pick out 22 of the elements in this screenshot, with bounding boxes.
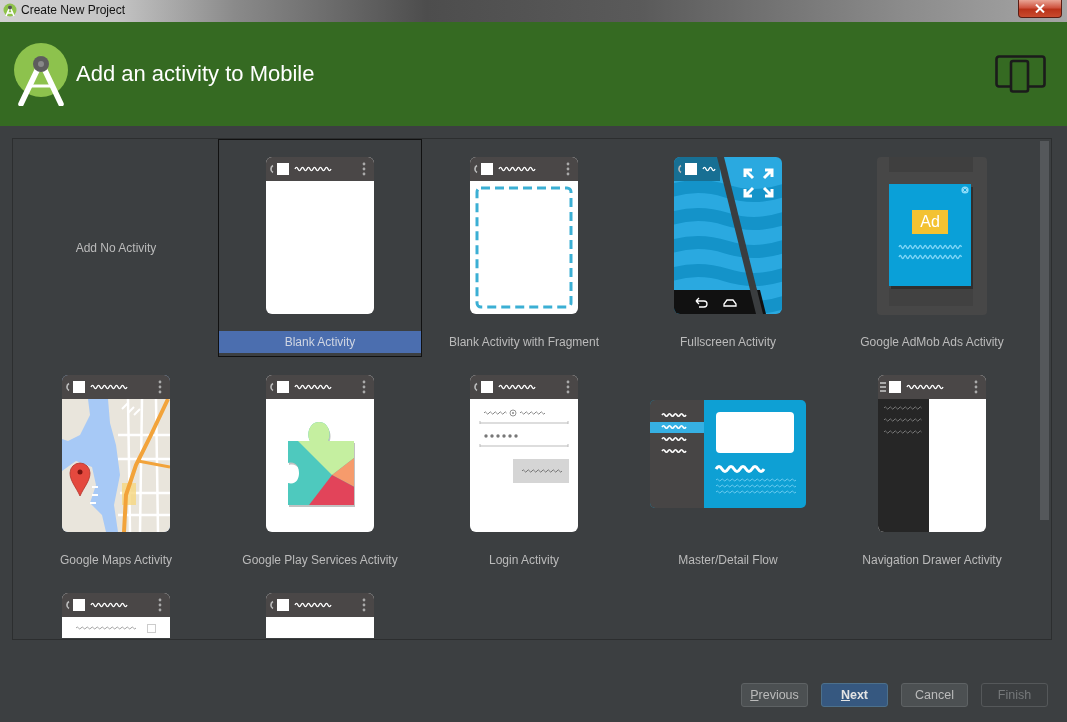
close-icon bbox=[1035, 4, 1045, 13]
compass-logo-icon bbox=[14, 42, 70, 106]
devices-icon[interactable] bbox=[995, 55, 1047, 93]
template-tile[interactable]: Navigation Drawer Activity bbox=[830, 357, 1034, 575]
window-title: Create New Project bbox=[21, 2, 126, 19]
template-tile[interactable]: Blank Activity bbox=[218, 139, 422, 357]
dialog-button[interactable]: Next bbox=[821, 683, 888, 707]
template-tile[interactable]: Google Maps Activity bbox=[14, 357, 218, 575]
template-tile[interactable]: Google Play Services Activity bbox=[218, 357, 422, 575]
close-button[interactable] bbox=[1018, 0, 1062, 18]
page-title: Add an activity to Mobile bbox=[76, 60, 315, 88]
template-tile[interactable]: Ad Google AdMob Ads Activity bbox=[830, 139, 1034, 357]
template-tile[interactable]: Master/Detail Flow bbox=[626, 357, 830, 575]
dialog-button[interactable]: Cancel bbox=[901, 683, 968, 707]
compass-logo-icon bbox=[3, 3, 17, 17]
template-tile[interactable]: Blank Activity with Fragment bbox=[422, 139, 626, 357]
template-tile[interactable]: Add No Activity bbox=[14, 139, 218, 357]
template-tile[interactable]: Fullscreen Activity bbox=[626, 139, 830, 357]
ad-badge: Ad bbox=[912, 209, 948, 234]
scrollbar-thumb[interactable] bbox=[1040, 141, 1049, 520]
template-tile[interactable]: Login Activity bbox=[422, 357, 626, 575]
dialog-button[interactable]: Previous bbox=[741, 683, 808, 707]
